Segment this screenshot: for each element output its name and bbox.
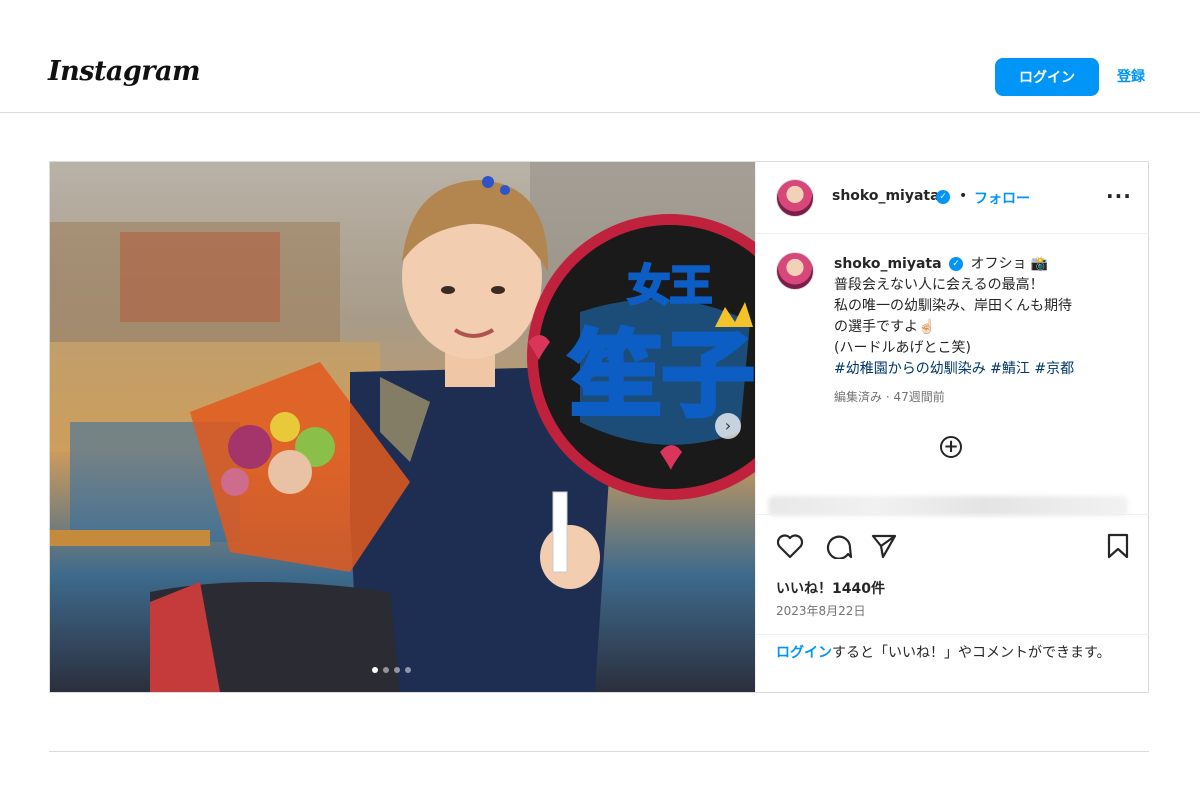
caption-username[interactable]: shoko_miyata [834,256,942,272]
follow-button[interactable]: フォロー [974,188,1030,208]
fan-sign-top-text: 女王 [628,261,712,310]
verified-icon: ✓ [949,257,964,271]
post-date: 2023年8月22日 [776,604,866,618]
share-icon[interactable] [870,533,898,559]
instagram-logo[interactable]: Instagram [48,56,201,87]
post-photo[interactable]: 女王 笙子 › [50,162,755,692]
avatar[interactable] [776,179,814,217]
verified-icon: ✓ [936,190,950,204]
post-card: 女王 笙子 › shoko_miyata ✓ • フォロー ··· shoko_… [49,161,1149,693]
like-count[interactable]: いいね！1440件 [776,578,885,598]
blurred-comment [768,496,1128,516]
carousel-next-icon[interactable]: › [715,413,741,439]
caption-line: 普段会えない人に会えるの最高！ [834,277,1044,293]
caption-line: の選手ですよ☝🏻 [834,319,936,335]
heart-icon[interactable] [776,533,804,559]
post-meta: 編集済み · 47週間前 [834,390,945,404]
bottom-divider [49,751,1149,752]
top-header: Instagram ログイン 登録 [0,0,1200,113]
login-button[interactable]: ログイン [995,58,1099,96]
caption-line: 私の唯一の幼馴染み、岸田くんも期待 [834,298,1072,314]
caption-first-line: オフショ 📸 [970,256,1049,272]
carousel-dot [394,667,400,673]
comment-icon[interactable] [824,533,852,559]
carousel-dot [405,667,411,673]
carousel-dot [383,667,389,673]
more-icon[interactable]: ··· [1106,184,1132,208]
photo-illustration: 女王 笙子 [50,162,755,692]
post-username[interactable]: shoko_miyata [832,188,940,204]
carousel-dots [372,667,411,673]
action-bar [756,514,1149,579]
add-comment-icon[interactable]: + [940,436,962,458]
post-sidebar: shoko_miyata ✓ • フォロー ··· shoko_miyata ✓… [755,162,1149,692]
caption-hashtags[interactable]: #幼稚園からの幼馴染み #鯖江 #京都 [834,359,1134,380]
post-caption: shoko_miyata ✓ オフショ 📸 普段会えない人に会えるの最高！ 私の… [834,254,1134,380]
login-prompt-link[interactable]: ログイン [776,645,832,661]
separator-dot: • [959,188,968,204]
login-prompt-text: すると「いいね！」やコメントができます。 [832,645,1111,661]
post-header: shoko_miyata ✓ • フォロー ··· [756,162,1149,234]
carousel-dot [372,667,378,673]
caption-line: (ハードルあげとこ笑) [834,340,971,356]
login-prompt: ログインすると「いいね！」やコメントができます。 [756,634,1149,692]
signup-link[interactable]: 登録 [1117,66,1145,86]
caption-avatar[interactable] [776,252,814,290]
bookmark-icon[interactable] [1106,533,1130,559]
